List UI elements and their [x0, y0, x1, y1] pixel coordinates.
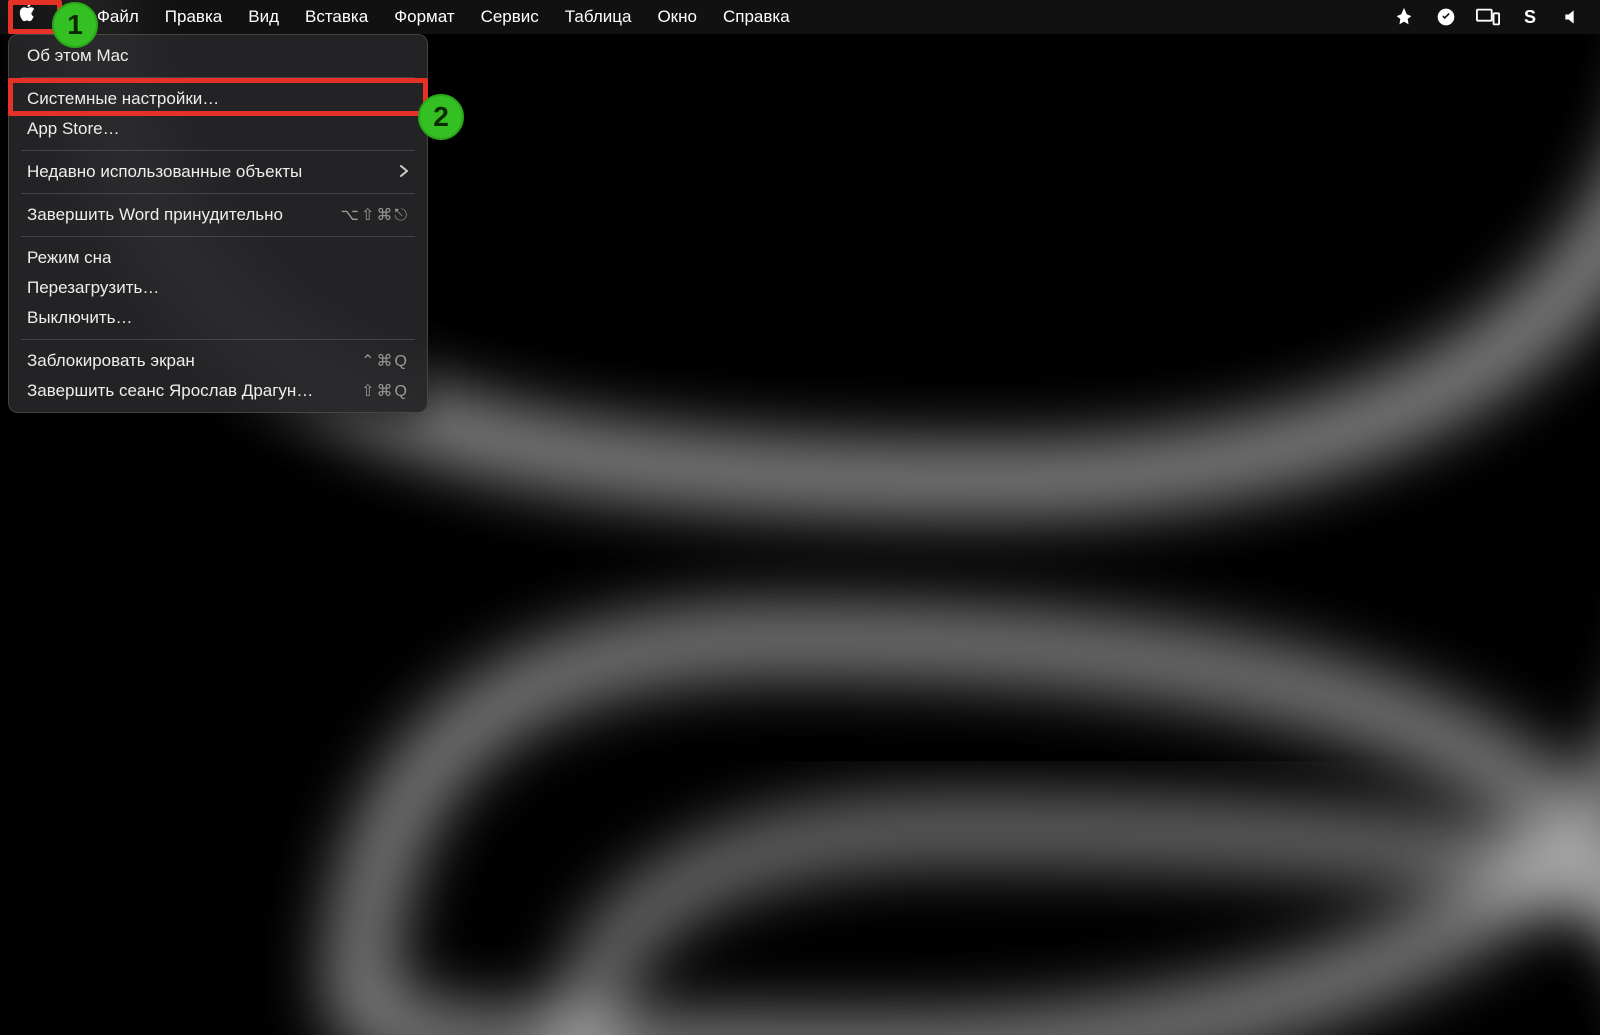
menu-separator	[21, 236, 415, 237]
tray-s-icon[interactable]: S	[1518, 5, 1542, 29]
menu-item-label: App Store…	[27, 119, 120, 139]
menubar-left: rd Файл Правка Вид Вставка Формат Сервис…	[0, 0, 803, 34]
menu-shortcut: ⇧⌘Q	[361, 381, 409, 401]
menubar-right: S	[1392, 5, 1590, 29]
menu-format[interactable]: Формат	[381, 0, 467, 34]
tray-rocket-icon[interactable]	[1392, 5, 1416, 29]
menubar: rd Файл Правка Вид Вставка Формат Сервис…	[0, 0, 1600, 34]
tray-volume-icon[interactable]	[1560, 5, 1584, 29]
menu-window[interactable]: Окно	[644, 0, 710, 34]
menu-table[interactable]: Таблица	[552, 0, 645, 34]
menu-lock-screen[interactable]: Заблокировать экран ⌃⌘Q	[9, 346, 427, 376]
chevron-right-icon	[399, 164, 409, 180]
menu-force-quit[interactable]: Завершить Word принудительно ⌥⇧⌘⎋	[9, 200, 427, 230]
menu-insert[interactable]: Вставка	[292, 0, 381, 34]
menu-item-label: Режим сна	[27, 248, 111, 268]
menu-separator	[21, 77, 415, 78]
menu-shortcut: ⌥⇧⌘⎋	[341, 205, 410, 225]
menu-edit[interactable]: Правка	[152, 0, 235, 34]
menu-item-label: Системные настройки…	[27, 89, 219, 109]
menu-item-label: Об этом Mac	[27, 46, 129, 66]
menu-sleep[interactable]: Режим сна	[9, 243, 427, 273]
menu-view[interactable]: Вид	[235, 0, 292, 34]
menu-restart[interactable]: Перезагрузить…	[9, 273, 427, 303]
tray-check-icon[interactable]	[1434, 5, 1458, 29]
menu-item-label: Завершить Word принудительно	[27, 205, 283, 225]
menu-system-settings[interactable]: Системные настройки…	[9, 84, 427, 114]
tray-display-icon[interactable]	[1476, 5, 1500, 29]
apple-menu-button[interactable]	[0, 0, 50, 34]
menu-item-label: Перезагрузить…	[27, 278, 159, 298]
apple-menu-dropdown: Об этом Mac Системные настройки… App Sto…	[8, 34, 428, 413]
menu-item-label: Выключить…	[27, 308, 132, 328]
menu-separator	[21, 193, 415, 194]
menu-item-label: Заблокировать экран	[27, 351, 195, 371]
menu-file[interactable]: Файл	[84, 0, 152, 34]
menu-separator	[21, 339, 415, 340]
menu-help[interactable]: Справка	[710, 0, 803, 34]
menu-about-mac[interactable]: Об этом Mac	[9, 41, 427, 71]
apple-logo-icon	[18, 5, 36, 27]
menu-recent-items[interactable]: Недавно использованные объекты	[9, 157, 427, 187]
menu-shortcut: ⌃⌘Q	[361, 351, 409, 371]
svg-text:S: S	[1524, 7, 1536, 27]
menu-shutdown[interactable]: Выключить…	[9, 303, 427, 333]
app-name[interactable]: rd	[50, 0, 84, 34]
menu-separator	[21, 150, 415, 151]
menu-tools[interactable]: Сервис	[468, 0, 552, 34]
menu-app-store[interactable]: App Store…	[9, 114, 427, 144]
menu-item-label: Недавно использованные объекты	[27, 162, 302, 182]
menu-item-label: Завершить сеанс Ярослав Драгун…	[27, 381, 313, 401]
menu-log-out[interactable]: Завершить сеанс Ярослав Драгун… ⇧⌘Q	[9, 376, 427, 406]
